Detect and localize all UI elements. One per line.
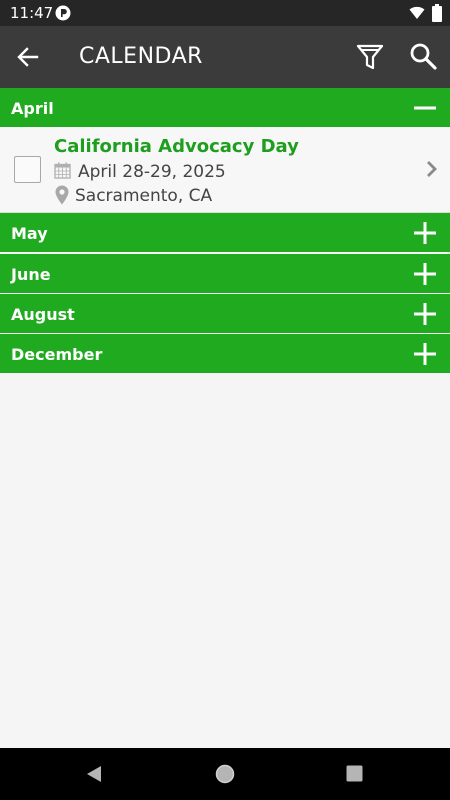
chevron-right-icon [427,161,437,177]
month-header-june[interactable]: June [0,254,450,293]
month-header-may[interactable]: May [0,213,450,252]
month-header-december[interactable]: December [0,334,450,373]
event-location: Sacramento, CA [75,186,213,206]
battery-icon [432,4,442,22]
nav-back-icon[interactable] [84,764,104,784]
event-title: California Advocacy Day [54,136,299,157]
month-label: December [11,345,103,364]
event-date: April 28-29, 2025 [78,162,226,182]
month-label: August [11,305,75,324]
month-header-august[interactable]: August [0,294,450,333]
expand-plus-icon[interactable] [413,342,437,366]
calendar-icon [54,162,71,179]
location-pin-icon [55,185,69,205]
status-time: 11:47 [10,4,54,22]
month-label: May [11,224,48,243]
status-bar: 11:47 [0,0,450,26]
expand-plus-icon[interactable] [413,221,437,245]
month-header-april[interactable]: April [0,88,450,127]
collapse-minus-icon[interactable] [413,96,437,120]
nav-recents-icon[interactable] [346,765,363,782]
event-list-item[interactable]: California Advocacy Day April 28-29, 202… [0,127,450,213]
month-label: April [11,99,54,118]
expand-plus-icon[interactable] [413,262,437,286]
expand-plus-icon[interactable] [413,302,437,326]
event-checkbox[interactable] [14,156,41,183]
app-notification-icon [55,5,71,21]
month-label: June [11,265,51,284]
nav-home-icon[interactable] [215,764,235,784]
filter-icon[interactable] [356,42,384,72]
system-nav-bar [0,748,450,800]
back-arrow-icon[interactable] [14,43,42,71]
page-title: CALENDAR [79,44,203,69]
wifi-icon [409,6,425,20]
app-bar: CALENDAR [0,26,450,88]
search-icon[interactable] [409,42,437,70]
